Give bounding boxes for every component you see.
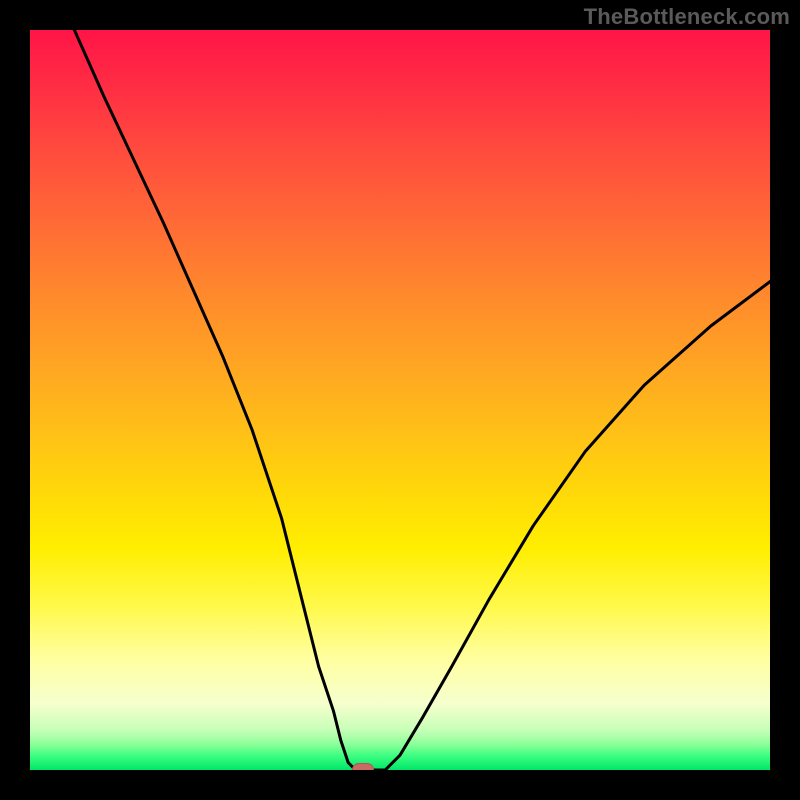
plot-area — [30, 30, 770, 770]
chart-frame: TheBottleneck.com — [0, 0, 800, 800]
curve-svg — [30, 30, 770, 770]
curve-path — [74, 30, 770, 770]
min-marker — [352, 763, 374, 770]
watermark-text: TheBottleneck.com — [584, 4, 790, 30]
